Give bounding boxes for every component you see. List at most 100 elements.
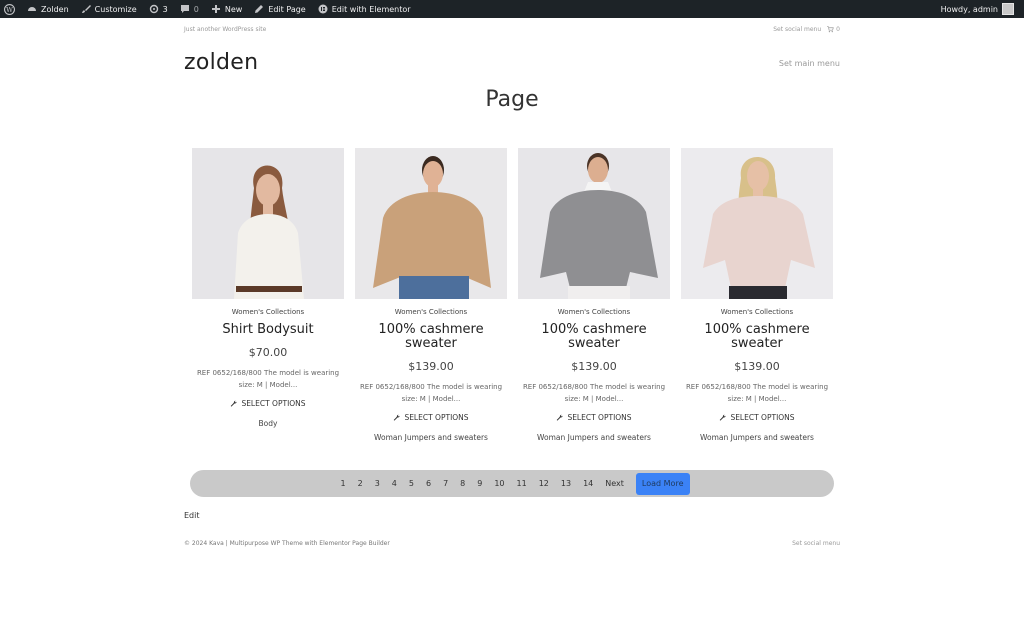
page-link-8[interactable]: 8 — [454, 479, 471, 488]
select-options-label: SELECT OPTIONS — [567, 413, 632, 422]
product-excerpt: REF 0652/168/800 The model is wearing si… — [685, 383, 829, 403]
elementor-icon — [318, 4, 328, 14]
product-category[interactable]: Women's Collections — [355, 308, 507, 316]
howdy-label: Howdy, admin — [940, 4, 998, 14]
product-image[interactable] — [355, 148, 507, 299]
select-options-label: SELECT OPTIONS — [241, 399, 306, 408]
product-card: Women's Collections 100% cashmere sweate… — [355, 148, 507, 442]
site-name-label: Zolden — [41, 4, 69, 14]
product-image[interactable] — [681, 148, 833, 299]
product-price: $139.00 — [408, 360, 454, 373]
edit-elementor-link[interactable]: Edit with Elementor — [312, 0, 417, 18]
page-link-2[interactable]: 2 — [352, 479, 369, 488]
social-menu-link[interactable]: Set social menu — [773, 26, 821, 33]
page-link-10[interactable]: 10 — [488, 479, 510, 488]
main-menu-link[interactable]: Set main menu — [779, 59, 840, 68]
page-link-12[interactable]: 12 — [533, 479, 555, 488]
edit-link[interactable]: Edit — [184, 511, 200, 520]
comments-count: 0 — [193, 4, 199, 14]
new-content-link[interactable]: New — [205, 0, 248, 18]
product-tag[interactable]: Woman Jumpers and sweaters — [681, 433, 833, 442]
site-title[interactable]: zolden — [184, 50, 258, 75]
cart-link[interactable]: 0 — [827, 26, 840, 33]
product-grid: Women's Collections Shirt Bodysuit $70.0… — [192, 148, 833, 464]
page-link-11[interactable]: 11 — [511, 479, 533, 488]
product-title[interactable]: 100% cashmere sweater — [681, 323, 833, 351]
select-options-label: SELECT OPTIONS — [404, 413, 469, 422]
avatar — [1002, 3, 1014, 15]
product-excerpt: REF 0652/168/800 The model is wearing si… — [522, 383, 666, 403]
pagination-bar: 1 2 3 4 5 6 7 8 9 10 11 12 13 14 Next Lo… — [190, 470, 834, 497]
new-label: New — [224, 4, 243, 14]
product-card: Women's Collections 100% cashmere sweate… — [518, 148, 670, 442]
pencil-icon — [255, 5, 264, 13]
wrench-icon — [231, 400, 238, 407]
page-title: Page — [485, 87, 539, 112]
page-link-14[interactable]: 14 — [577, 479, 599, 488]
product-category[interactable]: Women's Collections — [192, 308, 344, 316]
updates-link[interactable]: 3 — [143, 0, 174, 18]
account-menu[interactable]: Howdy, admin — [935, 0, 1024, 18]
page-link-1[interactable]: 1 — [335, 479, 352, 488]
wrench-icon — [720, 414, 727, 421]
select-options-button[interactable]: SELECT OPTIONS — [355, 413, 507, 422]
dashboard-icon — [28, 7, 36, 11]
cart-count: 0 — [836, 26, 840, 33]
wrench-icon — [394, 414, 401, 421]
updates-icon — [149, 4, 158, 14]
select-options-button[interactable]: SELECT OPTIONS — [518, 413, 670, 422]
plus-icon — [211, 5, 220, 13]
model-photo — [355, 148, 507, 299]
site-tagline: Just another WordPress site — [184, 26, 267, 33]
select-options-label: SELECT OPTIONS — [730, 413, 795, 422]
page-link-13[interactable]: 13 — [555, 479, 577, 488]
select-options-button[interactable]: SELECT OPTIONS — [681, 413, 833, 422]
product-title[interactable]: 100% cashmere sweater — [518, 323, 670, 351]
page-link-4[interactable]: 4 — [386, 479, 403, 488]
wordpress-icon: W — [4, 3, 15, 15]
edit-elementor-label: Edit with Elementor — [331, 4, 411, 14]
customize-link[interactable]: Customize — [75, 0, 143, 18]
product-excerpt: REF 0652/168/800 The model is wearing si… — [196, 369, 340, 389]
top-social-bar: Set social menu 0 — [773, 26, 840, 33]
product-price: $139.00 — [734, 360, 780, 373]
product-image[interactable] — [518, 148, 670, 299]
footer-copyright: © 2024 Kava | Multipurpose WP Theme with… — [184, 540, 390, 547]
page-link-7[interactable]: 7 — [437, 479, 454, 488]
wordpress-logo-button[interactable]: W — [0, 0, 21, 18]
product-card: Women's Collections Shirt Bodysuit $70.0… — [192, 148, 344, 428]
product-tag[interactable]: Woman Jumpers and sweaters — [518, 433, 670, 442]
wp-admin-bar: W Zolden Customize 3 0 New Edit Page Edi… — [0, 0, 1024, 18]
edit-page-label: Edit Page — [268, 4, 306, 14]
page-link-9[interactable]: 9 — [471, 479, 488, 488]
model-photo — [681, 148, 833, 299]
page-link-3[interactable]: 3 — [369, 479, 386, 488]
product-tag[interactable]: Woman Jumpers and sweaters — [355, 433, 507, 442]
product-category[interactable]: Women's Collections — [681, 308, 833, 316]
product-price: $70.00 — [248, 346, 288, 359]
load-more-button[interactable]: Load More — [635, 472, 690, 495]
page-link-5[interactable]: 5 — [403, 479, 420, 488]
brush-icon — [81, 5, 91, 13]
site-name-link[interactable]: Zolden — [21, 0, 75, 18]
wrench-icon — [557, 414, 564, 421]
comment-icon — [180, 5, 189, 13]
product-title[interactable]: Shirt Bodysuit — [192, 323, 344, 337]
product-title[interactable]: 100% cashmere sweater — [355, 323, 507, 351]
updates-count: 3 — [162, 4, 168, 14]
product-tag[interactable]: Body — [192, 419, 344, 428]
product-excerpt: REF 0652/168/800 The model is wearing si… — [359, 383, 503, 403]
customize-label: Customize — [94, 4, 137, 14]
product-category[interactable]: Women's Collections — [518, 308, 670, 316]
svg-text:W: W — [6, 6, 13, 14]
select-options-button[interactable]: SELECT OPTIONS — [192, 399, 344, 408]
product-image[interactable] — [192, 148, 344, 299]
footer-social-menu-link[interactable]: Set social menu — [792, 540, 840, 547]
comments-link[interactable]: 0 — [174, 0, 205, 18]
model-photo — [192, 148, 344, 299]
next-page-link[interactable]: Next — [599, 479, 630, 488]
page-link-6[interactable]: 6 — [420, 479, 437, 488]
cart-icon — [827, 26, 834, 33]
model-photo — [518, 148, 670, 299]
edit-page-link[interactable]: Edit Page — [248, 0, 311, 18]
